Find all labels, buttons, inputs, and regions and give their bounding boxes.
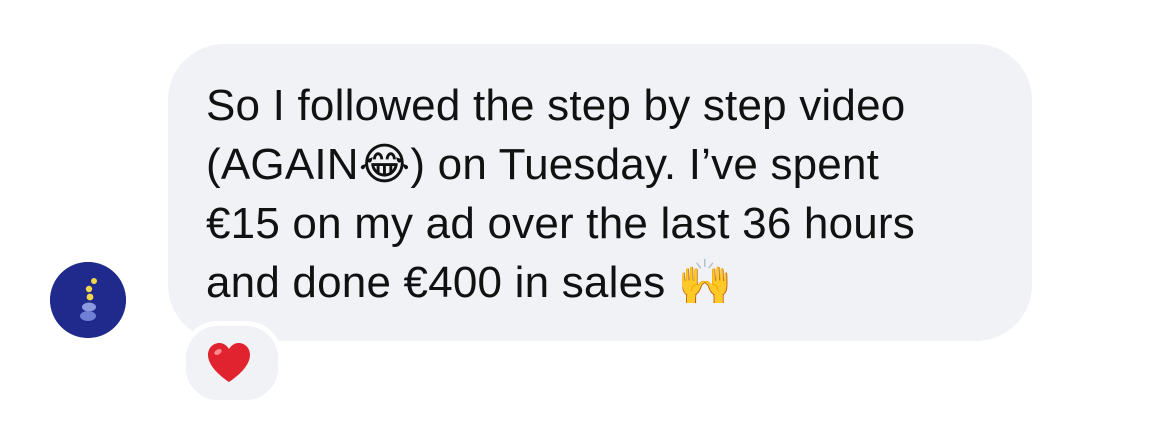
message-line: €15 on my ad over the last 36 hours — [206, 199, 915, 248]
message-bubble[interactable]: So I followed the step by step video (AG… — [168, 44, 1032, 341]
message-line: and done €400 in sales 🙌 — [206, 258, 733, 307]
heart-icon — [204, 338, 254, 388]
stacked-stones-icon — [50, 262, 126, 338]
reaction-badge[interactable] — [181, 321, 283, 405]
message-line: (AGAIN😂) on Tuesday. I’ve spent — [206, 140, 880, 189]
message-line: So I followed the step by step video — [206, 81, 906, 130]
avatar[interactable] — [50, 262, 126, 338]
